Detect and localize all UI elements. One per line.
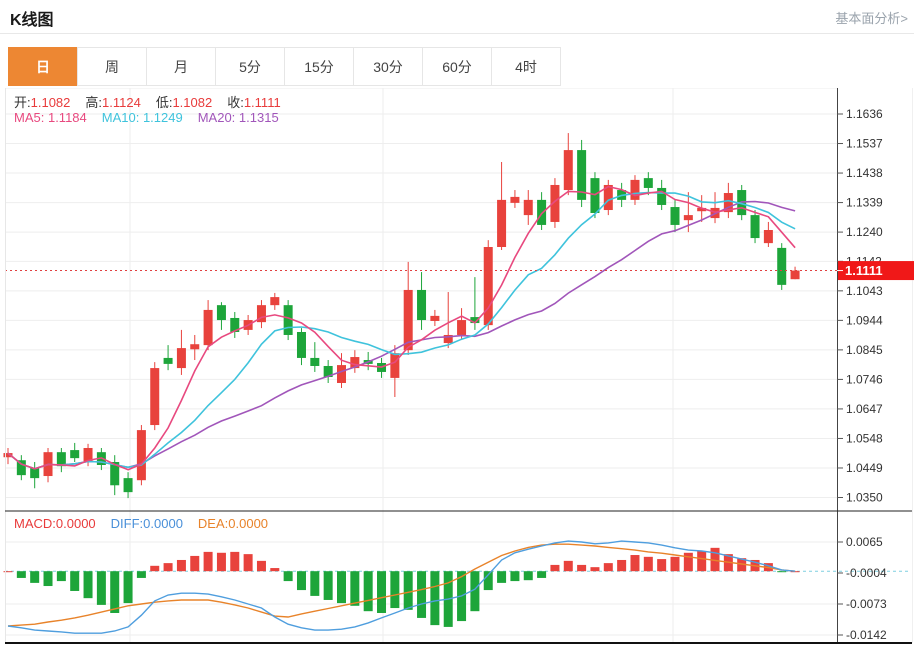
- legend-value: 1.1082: [31, 95, 71, 110]
- ma-legend: MA5: 1.1184 MA10: 1.1249 MA20: 1.1315: [14, 110, 294, 125]
- candlestick-series: [4, 133, 800, 498]
- legend-value: 1.1111: [244, 95, 281, 110]
- period-tab-5[interactable]: 30分: [353, 47, 423, 86]
- period-tab-2[interactable]: 月: [146, 47, 216, 86]
- current-price-tag: 1.1111: [837, 261, 914, 280]
- ma20-line: [8, 202, 795, 469]
- period-tab-3[interactable]: 5分: [215, 47, 285, 86]
- period-tab-4[interactable]: 15分: [284, 47, 354, 86]
- svg-text:1.0350: 1.0350: [846, 491, 883, 505]
- legend-item: 高:1.1124: [85, 95, 140, 110]
- legend-value: 0.0000: [56, 516, 96, 531]
- legend-value: 1.1124: [102, 95, 141, 110]
- macd-axis-labels: 0.0065 -0.0004 -0.0073 -0.0142: [837, 535, 887, 642]
- ma10-line: [8, 193, 795, 469]
- svg-text:1.1240: 1.1240: [846, 225, 883, 239]
- macd-histogram: [4, 548, 800, 627]
- svg-text:1.0647: 1.0647: [846, 402, 883, 416]
- legend-item: DIFF:0.0000: [111, 516, 183, 531]
- legend-item: 低:1.1082: [156, 95, 212, 110]
- legend-value: 1.1315: [239, 110, 279, 125]
- legend-label: MACD:: [14, 516, 56, 531]
- svg-text:-0.0142: -0.0142: [846, 628, 887, 642]
- svg-text:1.0845: 1.0845: [846, 343, 883, 357]
- svg-text:1.1537: 1.1537: [846, 137, 883, 151]
- price-axis-labels: 1.16361.15371.14381.13391.12401.11421.10…: [837, 107, 883, 505]
- legend-label: MA5:: [14, 110, 48, 125]
- legend-item: 收:1.1111: [227, 95, 281, 110]
- ohlc-legend: 开:1.1082高:1.1124低:1.1082收:1.1111: [14, 92, 296, 111]
- svg-text:-0.0004: -0.0004: [846, 566, 887, 580]
- svg-text:1.0944: 1.0944: [846, 313, 883, 327]
- svg-text:1.1438: 1.1438: [846, 166, 883, 180]
- legend-item: MA5: 1.1184: [14, 110, 87, 125]
- legend-value: 0.0000: [228, 516, 268, 531]
- legend-label: DEA:: [198, 516, 228, 531]
- kline-chart-svg: 1.16361.15371.14381.13391.12401.11421.10…: [0, 88, 914, 645]
- legend-label: DIFF:: [111, 516, 144, 531]
- legend-item: 开:1.1082: [14, 95, 70, 110]
- legend-label: 高:: [85, 95, 102, 110]
- page-title: K线图: [10, 6, 54, 30]
- svg-text:1.1111: 1.1111: [845, 263, 883, 278]
- period-tabs: 日周月5分15分30分60分4时: [8, 47, 561, 86]
- legend-label: 收:: [227, 95, 244, 110]
- legend-label: MA10:: [102, 110, 143, 125]
- legend-value: 1.1249: [143, 110, 183, 125]
- legend-item: MA20: 1.1315: [198, 110, 279, 125]
- legend-label: 低:: [156, 95, 173, 110]
- legend-value: 1.1082: [172, 95, 212, 110]
- svg-text:1.1043: 1.1043: [846, 284, 883, 298]
- chart-borders: [5, 88, 913, 643]
- legend-value: 1.1184: [48, 110, 87, 125]
- legend-label: MA20:: [198, 110, 239, 125]
- svg-text:-0.0073: -0.0073: [846, 597, 887, 611]
- legend-item: MA10: 1.1249: [102, 110, 183, 125]
- svg-text:1.0746: 1.0746: [846, 372, 883, 386]
- svg-text:1.1636: 1.1636: [846, 107, 883, 121]
- svg-text:1.1339: 1.1339: [846, 196, 883, 210]
- svg-text:0.0065: 0.0065: [846, 535, 883, 549]
- period-tab-7[interactable]: 4时: [491, 47, 561, 86]
- header-divider: [0, 33, 914, 34]
- svg-text:1.0548: 1.0548: [846, 431, 883, 445]
- fundamental-analysis-link[interactable]: 基本面分析>: [835, 8, 908, 27]
- period-tab-1[interactable]: 周: [77, 47, 147, 86]
- period-tab-6[interactable]: 60分: [422, 47, 492, 86]
- legend-value: 0.0000: [143, 516, 183, 531]
- legend-label: 开:: [14, 95, 31, 110]
- macd-legend: MACD:0.0000DIFF:0.0000DEA:0.0000: [14, 516, 283, 531]
- legend-item: DEA:0.0000: [198, 516, 268, 531]
- svg-text:1.0449: 1.0449: [846, 461, 883, 475]
- legend-item: MACD:0.0000: [14, 516, 96, 531]
- period-tab-0[interactable]: 日: [8, 47, 78, 86]
